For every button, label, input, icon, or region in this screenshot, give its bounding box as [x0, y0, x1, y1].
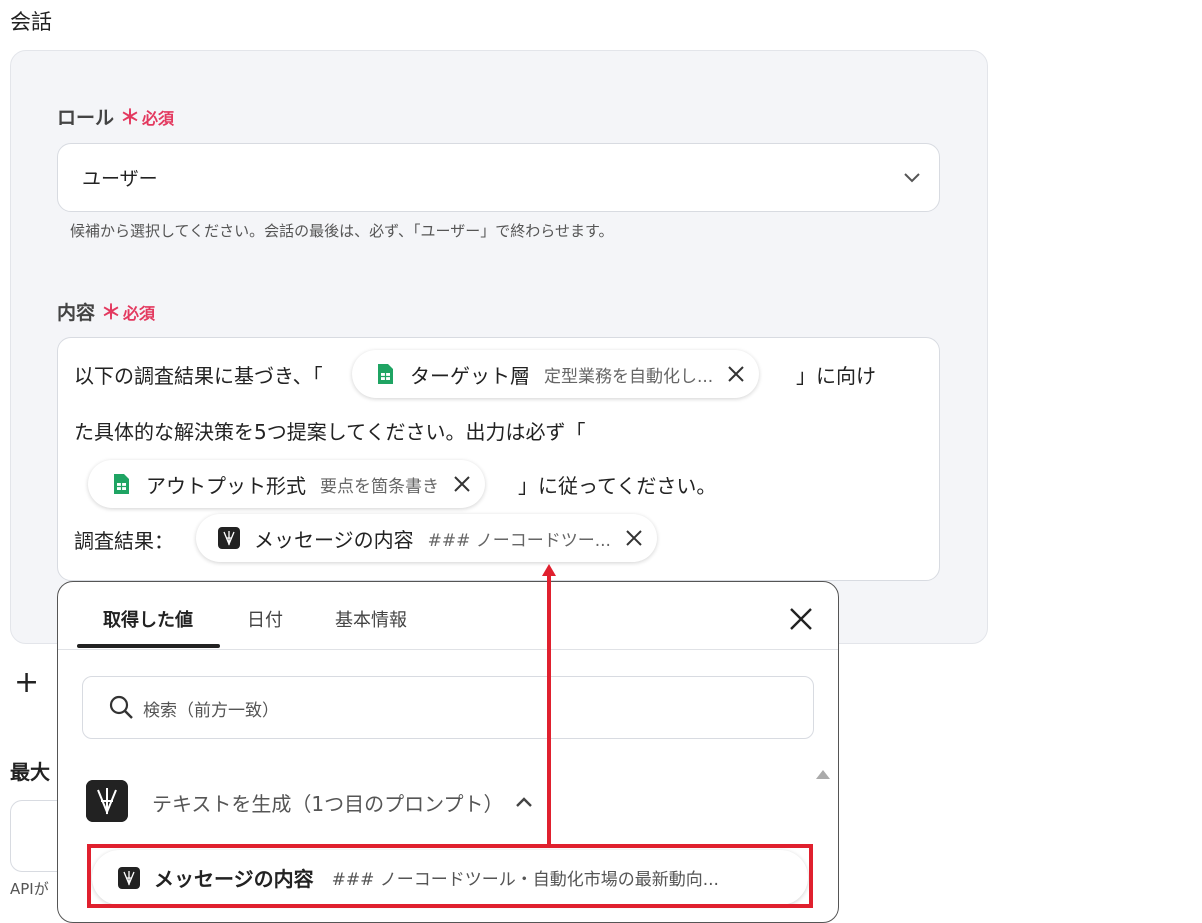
tab-acquired-values[interactable]: 取得した値 — [103, 606, 193, 632]
role-select[interactable]: ユーザー — [57, 143, 940, 212]
search-placeholder: 検索（前方一致） — [143, 701, 279, 721]
content-text-line1-after: 」に向け — [796, 364, 876, 388]
active-tab-indicator — [77, 644, 220, 648]
role-hint: 候補から選択してください。会話の最後は、必ず、「ユーザー」で終わらせます。 — [70, 222, 614, 240]
content-text-line1-before: 以下の調査結果に基づき、「 — [74, 364, 323, 388]
variable-chip-output-format[interactable]: アウトプット形式 要点を箇条書き — [88, 460, 485, 508]
close-icon[interactable] — [789, 607, 813, 631]
annotation-arrow-line — [547, 574, 551, 846]
variable-chip-target[interactable]: ターゲット層 定型業務を自動化し... — [352, 350, 760, 398]
scroll-up-arrow[interactable] — [816, 770, 830, 779]
required-badge: 必須 — [123, 304, 156, 323]
content-text-line3-after: 」に従ってください。 — [518, 474, 717, 498]
chip-preview: 定型業務を自動化し... — [544, 366, 714, 387]
chip-preview: ### ノーコードツー... — [427, 530, 611, 551]
annotation-arrow-head — [542, 564, 556, 576]
content-text-line4-before: 調査結果： — [74, 529, 174, 553]
tab-basic-info[interactable]: 基本情報 — [335, 606, 407, 632]
role-select-value: ユーザー — [82, 168, 158, 190]
chip-preview: 要点を箇条書き — [320, 476, 439, 497]
section-title: 会話 — [10, 10, 52, 34]
plus-icon[interactable]: + — [14, 668, 39, 698]
content-label-text: 内容 — [57, 302, 96, 324]
group-header[interactable]: テキストを生成（1つ目のプロンプト） — [152, 788, 504, 817]
sheets-icon — [378, 364, 393, 384]
required-star: ＊ — [101, 300, 122, 324]
sheets-icon — [114, 474, 129, 494]
ai-app-icon — [86, 780, 128, 822]
required-badge: 必須 — [142, 109, 175, 128]
content-text-line2: た具体的な解決策を5つ提案してください。出力は必ず「 — [74, 420, 586, 444]
tab-date[interactable]: 日付 — [247, 606, 283, 632]
required-star: ＊ — [120, 105, 141, 129]
tab-divider — [58, 649, 838, 650]
chip-name: ターゲット層 — [410, 363, 530, 388]
variable-chip-message[interactable]: メッセージの内容 ### ノーコードツー... — [196, 514, 657, 562]
role-label: ロール＊必須 — [57, 101, 174, 130]
chevron-down-icon — [904, 173, 920, 183]
content-label: 内容＊必須 — [57, 296, 155, 325]
close-icon[interactable] — [727, 365, 745, 383]
chip-name: アウトプット形式 — [146, 473, 306, 498]
ai-app-icon — [218, 527, 240, 549]
close-icon[interactable] — [625, 529, 643, 547]
search-input[interactable]: 検索（前方一致） — [82, 676, 814, 739]
close-icon[interactable] — [453, 475, 471, 493]
max-tokens-label: 最大 — [10, 760, 50, 784]
highlight-box — [87, 844, 813, 908]
chip-name: メッセージの内容 — [254, 527, 414, 552]
search-icon — [109, 695, 133, 719]
role-label-text: ロール — [57, 107, 115, 129]
chevron-up-icon[interactable] — [515, 795, 533, 809]
api-hint: APIが — [10, 880, 49, 898]
